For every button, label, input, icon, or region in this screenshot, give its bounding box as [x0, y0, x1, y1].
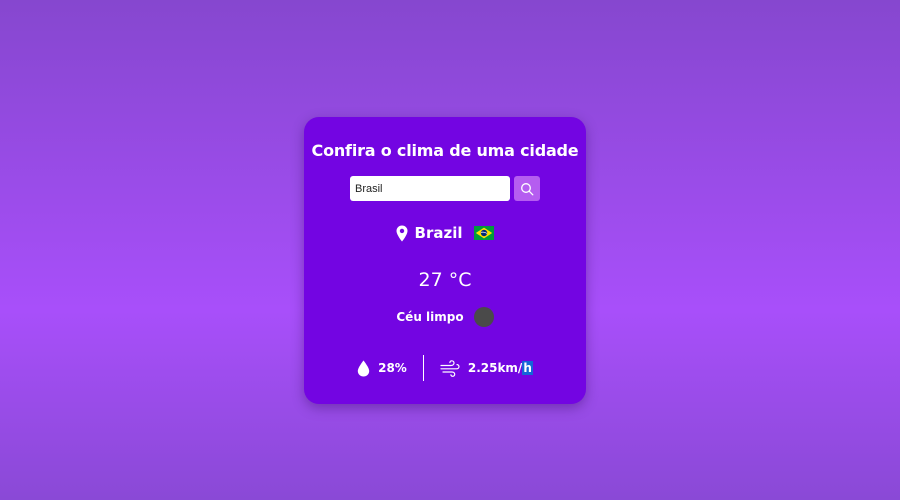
weather-description-row: Céu limpo	[304, 307, 586, 327]
wind-icon	[440, 359, 460, 377]
location: Brazil	[304, 224, 586, 242]
brazil-flag-icon	[474, 226, 495, 240]
search-form	[350, 176, 540, 201]
temperature: 27 °C	[418, 269, 472, 291]
weather-description: Céu limpo	[396, 310, 464, 324]
droplet-icon	[357, 360, 370, 376]
wind-speed-value: 2.25km/	[467, 361, 523, 375]
city-search-input[interactable]	[350, 176, 510, 201]
weather-card: Confira o clima de uma cidade Brazil 27 …	[304, 117, 586, 404]
city-name: Brazil	[414, 224, 463, 242]
humidity-value: 28%	[378, 361, 407, 375]
details-divider	[422, 355, 424, 381]
map-pin-icon	[396, 225, 408, 241]
search-icon	[521, 182, 534, 195]
wind-speed: 2.25km/h	[468, 361, 533, 375]
weather-details: 28% 2.25km/h	[304, 355, 586, 381]
search-button[interactable]	[514, 176, 540, 201]
wind: 2.25km/h	[440, 359, 533, 377]
card-title: Confira o clima de uma cidade	[311, 141, 579, 160]
humidity: 28%	[357, 360, 407, 377]
weather-icon	[473, 307, 494, 327]
wind-speed-unit-h: h	[522, 361, 533, 375]
